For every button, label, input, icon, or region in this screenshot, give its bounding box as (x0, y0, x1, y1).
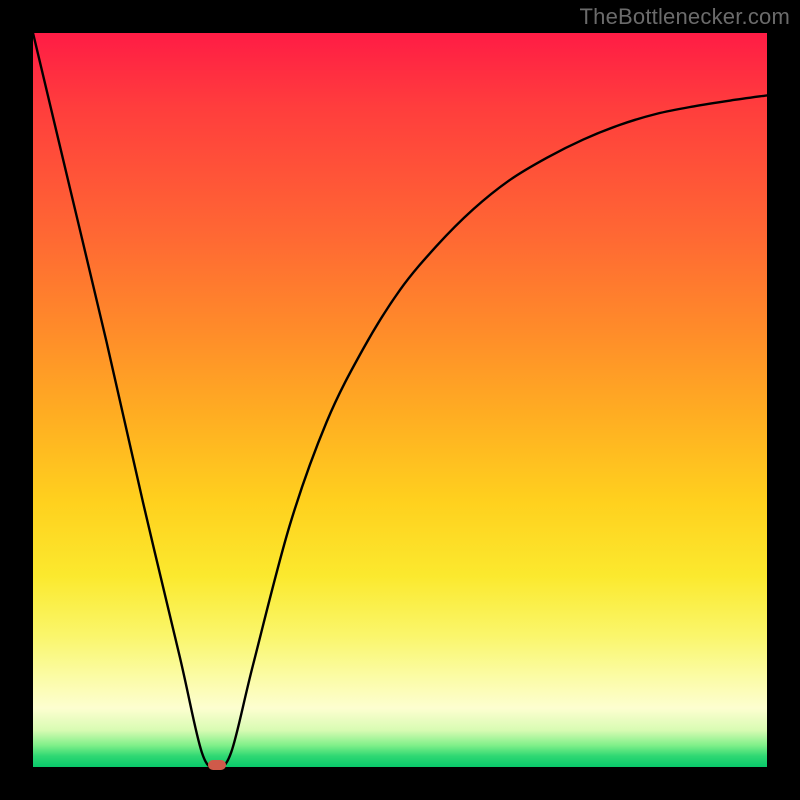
bottleneck-curve (33, 33, 767, 767)
attribution-text: TheBottlenecker.com (580, 4, 790, 30)
chart-frame: TheBottlenecker.com (0, 0, 800, 800)
curve-svg (33, 33, 767, 767)
optimal-point-marker (208, 760, 226, 770)
plot-area (33, 33, 767, 767)
